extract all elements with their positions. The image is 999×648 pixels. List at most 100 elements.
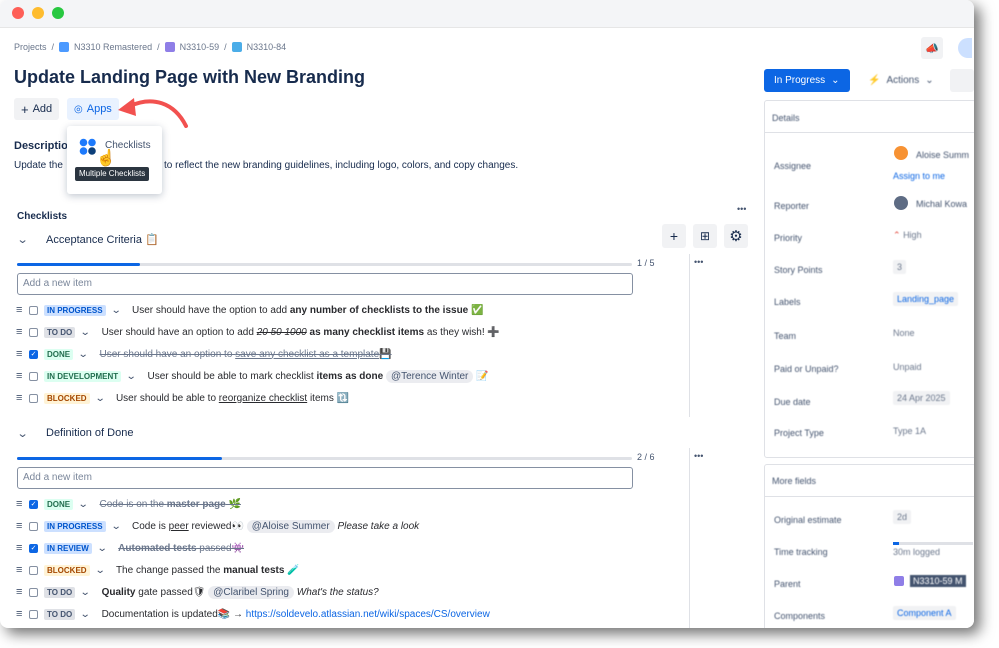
drag-handle-icon[interactable]: ≡ [16,542,23,554]
item-text[interactable]: The change passed the manual tests 🧪 [116,565,300,576]
breadcrumb-projects[interactable]: Projects [14,42,47,52]
status-lozenge[interactable]: IN PROGRESS [44,304,106,316]
add-button[interactable]: + Add [14,98,60,120]
drag-handle-icon[interactable]: ≡ [16,392,23,404]
item-text[interactable]: User should have an option to save any c… [100,349,392,360]
checklists-more-icon[interactable]: ••• [737,204,746,214]
story-points-value[interactable]: 3 [893,260,907,274]
item-checkbox[interactable] [29,305,38,315]
drag-handle-icon[interactable]: ≡ [16,564,23,576]
user-mention[interactable]: @Aloise Summer [246,519,335,533]
item-text[interactable]: Documentation is updated📚 → https://sold… [102,609,490,620]
item-checkbox[interactable] [29,393,38,403]
item-checkbox-checked[interactable]: ✓ [29,499,38,509]
drag-handle-icon[interactable]: ≡ [16,348,23,360]
status-chevron-icon[interactable]: ⌄ [97,543,108,554]
template-icon[interactable]: ⊞ [693,224,717,248]
status-lozenge[interactable]: IN DEVELOPMENT [44,370,122,382]
status-lozenge[interactable]: DONE [44,348,74,360]
status-chevron-icon[interactable]: ⌄ [78,349,89,360]
item-checkbox-checked[interactable]: ✓ [29,349,38,359]
status-chevron-icon[interactable]: ⌄ [126,371,137,382]
item-text[interactable]: Quality gate passed🛡 @Claribel Spring Wh… [102,585,379,599]
settings-gear-icon[interactable]: ⚙ [724,224,748,248]
checklist-item[interactable]: ≡ IN PROGRESS ⌄ User should have the opt… [16,301,483,319]
status-chevron-icon[interactable]: ⌄ [80,609,91,620]
drag-handle-icon[interactable]: ≡ [16,304,23,316]
checklist-item[interactable]: ≡ TO DO ⌄ Documentation is updated📚 → ht… [16,605,490,623]
collapse-chevron-icon[interactable]: ⌄ [17,427,29,440]
checklist-item[interactable]: ≡ BLOCKED ⌄ User should be able to reorg… [16,389,349,407]
checklist-item[interactable]: ≡ ✓ DONE ⌄ Code is on the master page 🌿 [16,495,241,513]
item-text[interactable]: Code is peer reviewed👀 @Aloise Summer Pl… [132,519,419,533]
status-lozenge[interactable]: TO DO [44,608,76,620]
checklist-item[interactable]: ≡ ✓ DONE ⌄ User should have an option to… [16,345,392,363]
status-chevron-icon[interactable]: ⌄ [110,305,121,316]
status-lozenge[interactable]: IN REVIEW [44,542,92,554]
team-value[interactable]: None [893,328,915,338]
project-type-value[interactable]: Type 1A [893,426,926,436]
issue-title[interactable]: Update Landing Page with New Branding [14,67,365,88]
status-lozenge[interactable]: TO DO [44,326,76,338]
more-fields-heading[interactable]: More fields [772,476,816,486]
description-start[interactable]: Update the [14,160,63,171]
labels-value[interactable]: Landing_page [893,292,959,306]
item-checkbox[interactable] [29,565,38,575]
actions-button[interactable]: ⚡ Actions ⌄ [858,69,944,92]
minimize-window-button[interactable] [32,7,44,19]
details-heading[interactable]: Details [772,113,800,123]
components-value[interactable]: Component A [893,606,956,620]
item-checkbox[interactable] [29,587,38,597]
item-text[interactable]: User should have an option to add 20 50 … [102,327,500,338]
drag-handle-icon[interactable]: ≡ [16,608,23,620]
parent-value[interactable]: N3310-59 M [910,575,966,587]
maximize-window-button[interactable] [52,7,64,19]
time-tracking-value[interactable]: 30m logged [893,547,940,557]
breadcrumb-issue[interactable]: N3310-84 [247,42,287,52]
paid-value[interactable]: Unpaid [893,362,922,372]
checklist-item[interactable]: ≡ TO DO ⌄ Quality gate passed🛡 @Claribel… [16,583,379,601]
item-text[interactable]: Automated tests passed👾 [118,543,244,554]
status-chevron-icon[interactable]: ⌄ [94,565,105,576]
watch-icon[interactable] [958,38,972,58]
assignee-value[interactable]: Aloise Summ [916,150,969,160]
close-window-button[interactable] [12,7,24,19]
original-estimate-value[interactable]: 2d [893,510,912,524]
status-lozenge[interactable]: BLOCKED [44,564,90,576]
group-title[interactable]: Definition of Done [46,427,133,439]
group-more-icon[interactable]: ••• [694,451,703,461]
status-chevron-icon[interactable]: ⌄ [80,327,91,338]
reporter-value[interactable]: Michal Kowa [916,199,967,209]
item-checkbox[interactable] [29,521,38,531]
priority-value[interactable]: ⌃ High [893,230,922,241]
checklist-item[interactable]: ≡ ✓ IN REVIEW ⌄ Automated tests passed👾 [16,539,244,557]
add-item-input[interactable]: Add a new item [17,273,633,295]
documentation-link[interactable]: https://soldevelo.atlassian.net/wiki/spa… [246,609,490,620]
group-title[interactable]: Acceptance Criteria 📋 [46,233,159,246]
item-checkbox[interactable] [29,327,38,337]
due-date-value[interactable]: 24 Apr 2025 [893,391,950,405]
status-button[interactable]: In Progress ⌄ [764,69,850,92]
status-chevron-icon[interactable]: ⌄ [94,393,105,404]
drag-handle-icon[interactable]: ≡ [16,326,23,338]
item-checkbox[interactable] [29,371,38,381]
add-item-input[interactable]: Add a new item [17,467,633,489]
status-chevron-icon[interactable]: ⌄ [80,587,91,598]
item-checkbox[interactable] [29,609,38,619]
checklist-item[interactable]: ≡ BLOCKED ⌄ The change passed the manual… [16,561,300,579]
user-mention[interactable]: @Claribel Spring [208,585,294,599]
group-more-icon[interactable]: ••• [694,257,703,267]
announcement-icon[interactable]: 📣 [921,37,943,59]
add-checklist-icon[interactable]: + [662,224,686,248]
item-text[interactable]: User should have the option to add any n… [132,305,484,316]
description-end[interactable]: to reflect the new branding guidelines, … [164,160,518,171]
drag-handle-icon[interactable]: ≡ [16,498,23,510]
status-lozenge[interactable]: BLOCKED [44,392,90,404]
breadcrumb-project[interactable]: N3310 Remastered [74,42,152,52]
status-lozenge[interactable]: DONE [44,498,74,510]
breadcrumb-epic[interactable]: N3310-59 [180,42,220,52]
collapse-chevron-icon[interactable]: ⌄ [17,233,29,246]
checklist-item[interactable]: ≡ IN DEVELOPMENT ⌄ User should be able t… [16,367,489,385]
item-checkbox-checked[interactable]: ✓ [29,543,38,553]
more-options-icon[interactable] [950,69,974,92]
